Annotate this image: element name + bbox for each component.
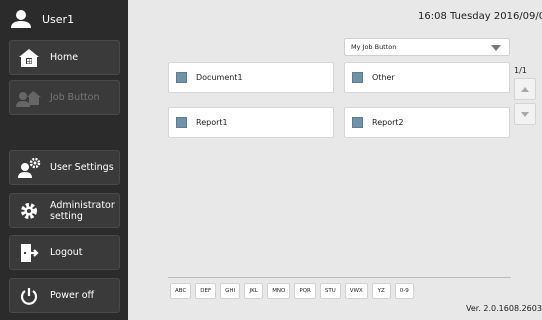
clock: 16:08 Tuesday 2016/09/06 — [418, 11, 542, 22]
alpha-key-mno[interactable]: MNO — [267, 283, 291, 299]
home-label: Home — [50, 52, 79, 63]
user-name: User1 — [42, 12, 75, 26]
logout-button[interactable]: Logout — [9, 235, 120, 270]
job-report1[interactable]: Report1 — [168, 107, 334, 138]
job-icon — [352, 72, 363, 83]
job-button-nav[interactable]: Job Button — [9, 80, 120, 115]
divider — [168, 277, 511, 278]
version-label: Ver. 2.0.1608.2603 — [466, 304, 542, 313]
job-label: Report1 — [196, 118, 228, 127]
job-button-dropdown[interactable]: My Job Button — [344, 38, 510, 56]
job-icon — [352, 117, 363, 128]
logout-icon — [16, 241, 42, 265]
user-info: User1 — [0, 0, 128, 38]
job-label: Document1 — [196, 73, 243, 82]
user-icon — [11, 10, 31, 28]
arrow-up-icon — [521, 86, 529, 92]
alpha-key-pqr[interactable]: PQR — [294, 283, 316, 299]
user-settings-button[interactable]: User Settings — [9, 150, 120, 185]
alpha-key-vwx[interactable]: VWX — [344, 283, 368, 299]
page-up-button[interactable] — [514, 78, 536, 100]
alpha-key-yz[interactable]: YZ — [371, 283, 391, 299]
job-icon — [176, 117, 187, 128]
sidebar: User1 Home Job Button User Settings Admi… — [0, 0, 128, 320]
dropdown-value: My Job Button — [351, 43, 397, 51]
alpha-key-ghi[interactable]: GHI — [220, 283, 241, 299]
power-off-label: Power off — [50, 290, 95, 301]
job-button-label: Job Button — [50, 92, 100, 103]
home-icon — [16, 46, 42, 70]
home-button[interactable]: Home — [9, 40, 120, 75]
alpha-key-jkl[interactable]: JKL — [244, 283, 264, 299]
logout-label: Logout — [50, 247, 83, 258]
job-label: Other — [372, 73, 395, 82]
administrator-setting-button[interactable]: Administrator setting — [9, 193, 120, 228]
arrow-down-icon — [521, 111, 529, 117]
job-label: Report2 — [372, 118, 404, 127]
job-icon — [176, 72, 187, 83]
user-home-icon — [16, 86, 42, 110]
page-down-button[interactable] — [514, 103, 536, 125]
alpha-key-abc[interactable]: ABC — [170, 283, 192, 299]
administrator-setting-label: Administrator setting — [50, 199, 115, 222]
alpha-key-0-9[interactable]: 0-9 — [394, 283, 414, 299]
chevron-down-icon — [491, 45, 501, 51]
alphabet-filter-bar: ABC DEF GHI JKL MNO PQR STU VWX YZ 0-9 — [170, 283, 414, 299]
job-other[interactable]: Other — [344, 62, 510, 93]
alpha-key-stu[interactable]: STU — [319, 283, 341, 299]
alpha-key-def[interactable]: DEF — [195, 283, 217, 299]
power-icon — [16, 284, 42, 308]
gear-icon — [16, 199, 42, 223]
job-report2[interactable]: Report2 — [344, 107, 510, 138]
user-settings-label: User Settings — [50, 162, 114, 173]
power-off-button[interactable]: Power off — [9, 278, 120, 313]
job-document1[interactable]: Document1 — [168, 62, 334, 93]
page-indicator: 1/1 — [514, 66, 527, 75]
user-settings-icon — [16, 156, 42, 180]
